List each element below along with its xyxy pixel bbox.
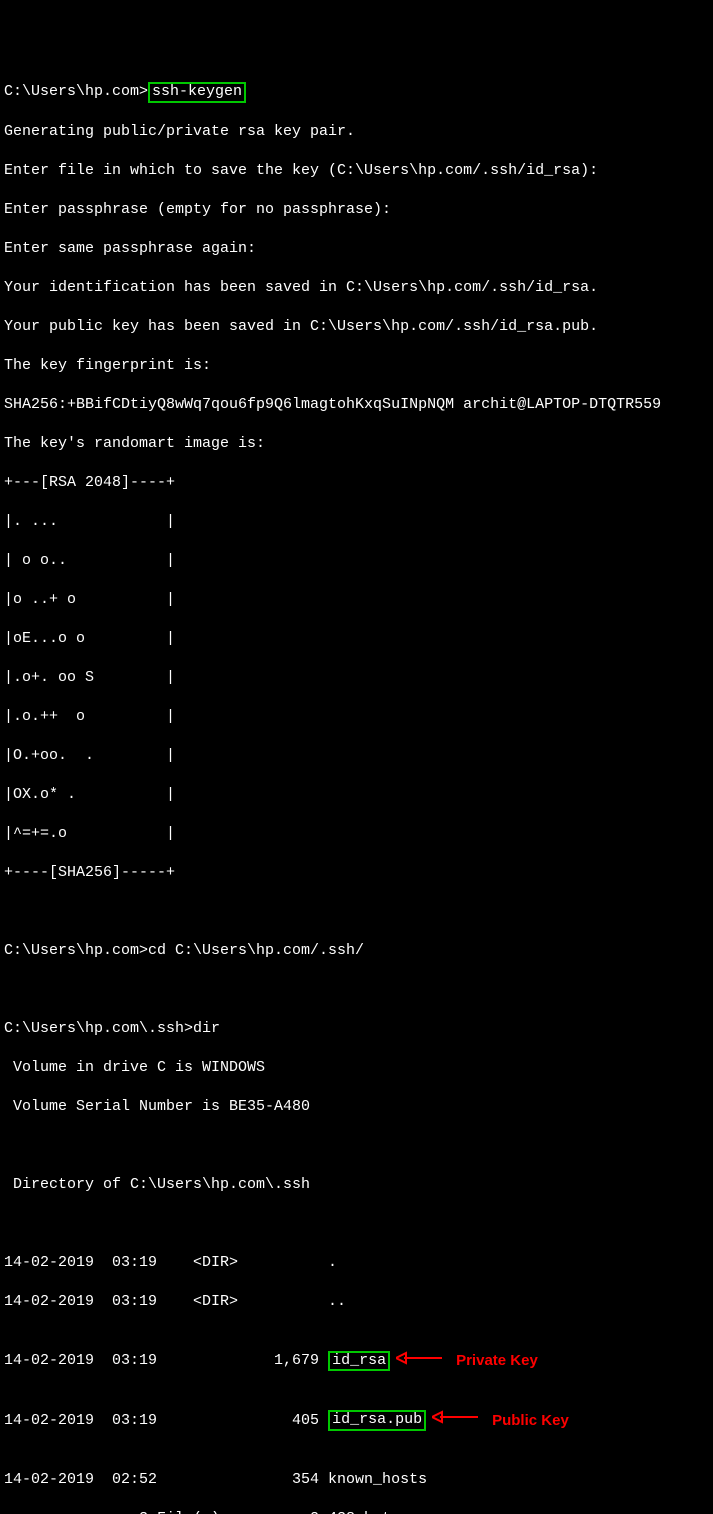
randomart-line: | o o.. | [4,551,709,571]
private-key-file: id_rsa [328,1351,390,1372]
dir-row: 14-02-2019 03:19 <DIR> . [4,1253,709,1273]
dir-summary: 3 File(s) 2,438 bytes [4,1509,709,1514]
dir-row: 14-02-2019 02:52 354 known_hosts [4,1470,709,1490]
randomart-line: |O.+oo. . | [4,746,709,766]
prompt-line-1: C:\Users\hp.com>ssh-keygen [4,82,709,103]
output-line: The key fingerprint is: [4,356,709,376]
prompt-line-2: C:\Users\hp.com>cd C:\Users\hp.com/.ssh/ [4,941,709,961]
public-key-file: id_rsa.pub [328,1410,426,1431]
prompt-prefix: C:\Users\hp.com> [4,83,148,100]
dir-header: Directory of C:\Users\hp.com\.ssh [4,1175,709,1195]
output-line: Enter passphrase (empty for no passphras… [4,200,709,220]
dir-row: 14-02-2019 03:19 <DIR> .. [4,1292,709,1312]
output-line: SHA256:+BBifCDtiyQ8wWq7qou6fp9Q6lmagtohK… [4,395,709,415]
output-line: Enter file in which to save the key (C:\… [4,161,709,181]
blank-line [4,1136,709,1156]
output-line: Your identification has been saved in C:… [4,278,709,298]
arrow-left-icon [432,1410,478,1431]
randomart-line: |.o+. oo S | [4,668,709,688]
file-row-text: 14-02-2019 03:19 1,679 [4,1351,319,1371]
blank-line [4,1214,709,1234]
output-line: The key's randomart image is: [4,434,709,454]
randomart-line: |o ..+ o | [4,590,709,610]
dir-volume: Volume in drive C is WINDOWS [4,1058,709,1078]
dir-row-private-key: 14-02-2019 03:19 1,679 id_rsa Private Key [4,1351,709,1372]
randomart-line: |oE...o o | [4,629,709,649]
output-line: Enter same passphrase again: [4,239,709,259]
randomart-line: +----[SHA256]-----+ [4,863,709,883]
randomart-line: |. ... | [4,512,709,532]
dir-volume: Volume Serial Number is BE35-A480 [4,1097,709,1117]
prompt-line-3: C:\Users\hp.com\.ssh>dir [4,1019,709,1039]
dir-row-public-key: 14-02-2019 03:19 405 id_rsa.pub Public Ke… [4,1410,709,1431]
randomart-line: |.o.++ o | [4,707,709,727]
blank-line [4,902,709,922]
blank-line [4,980,709,1000]
randomart-line: |OX.o* . | [4,785,709,805]
output-line: Generating public/private rsa key pair. [4,122,709,142]
command-highlight: ssh-keygen [148,82,246,103]
file-row-text: 14-02-2019 03:19 405 [4,1411,319,1431]
private-key-label: Private Key [456,1351,538,1371]
randomart-line: |^=+=.o | [4,824,709,844]
randomart-line: +---[RSA 2048]----+ [4,473,709,493]
arrow-left-icon [396,1351,442,1372]
public-key-label: Public Key [492,1411,569,1431]
output-line: Your public key has been saved in C:\Use… [4,317,709,337]
